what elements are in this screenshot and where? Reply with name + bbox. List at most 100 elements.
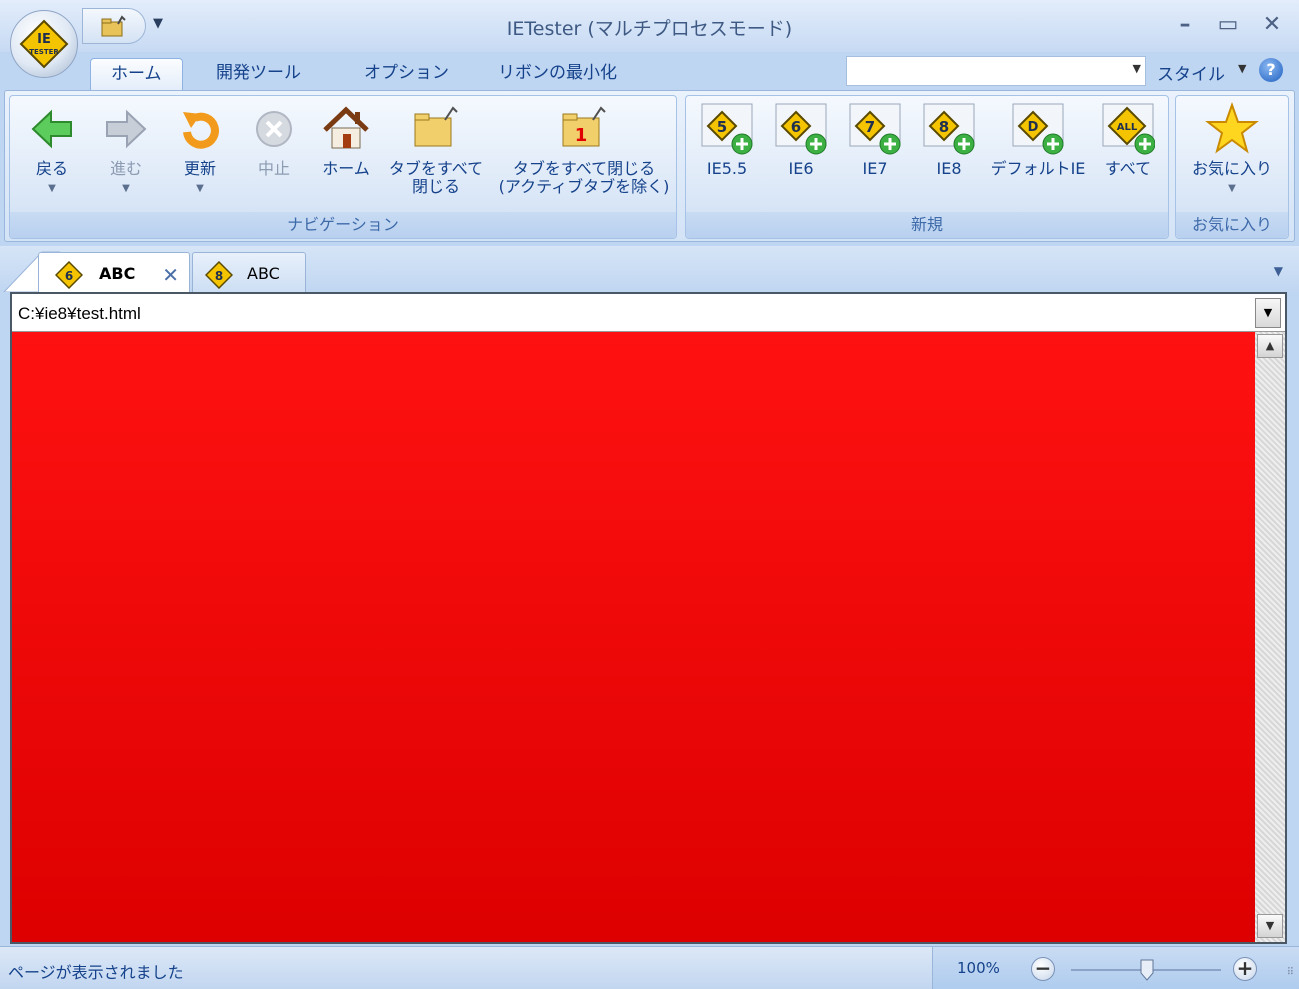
doc-tab-label: ABC: [247, 264, 280, 283]
close-tab-icon[interactable]: ✕: [162, 263, 179, 287]
zoom-control: 100% − + ⠿: [932, 947, 1299, 989]
home-icon: [323, 106, 369, 149]
zoom-out-button[interactable]: −: [1031, 957, 1055, 981]
tab-badge: 8: [215, 269, 223, 283]
group-favorites-label: お気に入り: [1176, 212, 1288, 238]
window-title: IETester (マルチプロセスモード): [506, 18, 793, 40]
ie8-badge-icon: 8: [923, 103, 975, 155]
back-label: 戻る: [35, 159, 68, 178]
zoom-in-button[interactable]: +: [1233, 957, 1257, 981]
forward-button[interactable]: 進む ▼: [96, 102, 156, 198]
status-text: ページが表示されました: [8, 963, 184, 982]
page-content[interactable]: [12, 332, 1255, 942]
browser-frame: C:¥ie8¥test.html ▼ ▲ ▼: [10, 292, 1287, 944]
new-all-button[interactable]: ALL すべて: [1094, 102, 1162, 178]
tab-badge: 6: [65, 269, 73, 283]
style-menu-label[interactable]: スタイル: [1157, 60, 1225, 85]
ie8-tab-icon: 8: [205, 261, 233, 289]
scroll-up-button[interactable]: ▲: [1257, 334, 1283, 358]
default-ie-label: デフォルトIE: [990, 159, 1086, 178]
zoom-level[interactable]: 100%: [957, 959, 1000, 977]
doc-tab-2[interactable]: 8 ABC: [192, 252, 306, 292]
folder-one-icon: 1: [562, 106, 606, 147]
tab-minimize-ribbon[interactable]: リボンの最小化: [478, 58, 637, 92]
address-value[interactable]: C:¥ie8¥test.html: [18, 304, 141, 324]
refresh-button[interactable]: 更新 ▼: [170, 102, 230, 198]
new-ie6-button[interactable]: 6 IE6: [768, 102, 834, 178]
svg-text:TESTER: TESTER: [29, 48, 59, 56]
all-badge: ALL: [1117, 122, 1138, 133]
all-label: すべて: [1104, 159, 1152, 178]
ie8-badge: 8: [939, 118, 949, 136]
ie6-label: IE6: [788, 159, 814, 178]
ie6-badge: 6: [791, 118, 801, 136]
close-others-label-1: タブをすべて閉じる: [512, 159, 656, 178]
chevron-down-icon[interactable]: ▼: [96, 180, 156, 198]
tab-list-chevron-icon[interactable]: ▼: [1274, 264, 1283, 278]
doc-tab-label: ABC: [99, 264, 136, 283]
home-label: ホーム: [322, 159, 370, 178]
minimize-button[interactable]: –: [1170, 12, 1200, 37]
all-badge-icon: ALL: [1102, 103, 1155, 155]
forward-label: 進む: [109, 159, 142, 178]
ie7-label: IE7: [862, 159, 888, 178]
ie55-badge: 5: [717, 118, 727, 136]
close-all-label-2: 閉じる: [411, 177, 460, 196]
favorites-button[interactable]: お気に入り ▼: [1180, 102, 1284, 198]
group-navigation-label: ナビゲーション: [10, 212, 676, 238]
group-navigation: 戻る ▼ 進む ▼ 更新 ▼ 中止 ホーム タブをすべて 閉じる 1 タブをすべ…: [9, 95, 677, 239]
close-button[interactable]: ✕: [1257, 12, 1287, 37]
address-bar[interactable]: C:¥ie8¥test.html ▼: [12, 294, 1285, 332]
scroll-down-button[interactable]: ▼: [1257, 914, 1283, 938]
group-new: 5 IE5.5 6 IE6 7 IE7 8 IE8 D デフォルトIE ALL …: [685, 95, 1169, 239]
tab-home[interactable]: ホーム: [90, 58, 183, 92]
resize-grip-icon[interactable]: ⠿: [1287, 967, 1294, 978]
help-icon[interactable]: ?: [1259, 58, 1283, 82]
style-combobox[interactable]: ▼: [846, 56, 1146, 86]
new-ie8-button[interactable]: 8 IE8: [916, 102, 982, 178]
ie55-label: IE5.5: [706, 159, 748, 178]
vertical-scrollbar[interactable]: ▲ ▼: [1255, 332, 1285, 942]
stop-icon: [256, 111, 292, 147]
refresh-label: 更新: [183, 159, 216, 178]
svg-text:IE: IE: [37, 32, 51, 47]
ie8-label: IE8: [936, 159, 962, 178]
ribbon: 戻る ▼ 進む ▼ 更新 ▼ 中止 ホーム タブをすべて 閉じる 1 タブをすべ…: [4, 90, 1295, 242]
group-new-label: 新規: [686, 212, 1168, 238]
back-button[interactable]: 戻る ▼: [22, 102, 82, 198]
forward-arrow-icon: [106, 109, 147, 149]
chevron-down-icon: ▼: [1132, 62, 1141, 75]
svg-text:1: 1: [575, 125, 588, 146]
tab-options[interactable]: オプション: [344, 58, 469, 92]
ie7-badge: 7: [865, 118, 875, 136]
stop-button[interactable]: 中止: [244, 102, 304, 178]
home-button[interactable]: ホーム: [316, 102, 376, 178]
app-menu-button[interactable]: IE TESTER: [10, 10, 78, 78]
doc-tab-1[interactable]: 6 ABC ✕: [38, 252, 190, 294]
close-others-label-2: (アクティブタブを除く): [498, 177, 670, 196]
favorites-label: お気に入り: [1191, 159, 1272, 178]
status-bar: ページが表示されました 100% − + ⠿: [0, 946, 1299, 989]
address-dropdown-button[interactable]: ▼: [1255, 298, 1281, 328]
default-ie-badge: D: [1028, 120, 1039, 135]
maximize-button[interactable]: ▭: [1213, 12, 1243, 37]
close-other-tabs-button[interactable]: 1 タブをすべて閉じる (アクティブタブを除く): [498, 102, 670, 196]
close-all-tabs-button[interactable]: タブをすべて 閉じる: [382, 102, 490, 196]
folder-icon: [414, 106, 458, 147]
new-ie7-button[interactable]: 7 IE7: [842, 102, 908, 178]
chevron-down-icon[interactable]: ▼: [22, 180, 82, 198]
ie55-badge-icon: 5: [701, 103, 753, 155]
chevron-down-icon[interactable]: ▼: [1180, 180, 1284, 198]
chevron-down-icon[interactable]: ▼: [170, 180, 230, 198]
new-default-ie-button[interactable]: D デフォルトIE: [986, 102, 1090, 178]
new-ie55-button[interactable]: 5 IE5.5: [694, 102, 760, 178]
chevron-down-icon[interactable]: ▼: [1238, 62, 1246, 75]
group-favorites: お気に入り ▼ お気に入り: [1175, 95, 1289, 239]
ietester-logo-icon: IE TESTER: [19, 19, 69, 69]
tab-dev-tools[interactable]: 開発ツール: [196, 58, 321, 92]
document-tabs: 6 ABC ✕ 8 ABC ▼: [0, 246, 1299, 294]
close-all-label-1: タブをすべて: [388, 159, 484, 178]
zoom-slider-thumb[interactable]: [1140, 959, 1154, 981]
back-arrow-icon: [31, 109, 72, 149]
default-ie-badge-icon: D: [1012, 103, 1064, 155]
